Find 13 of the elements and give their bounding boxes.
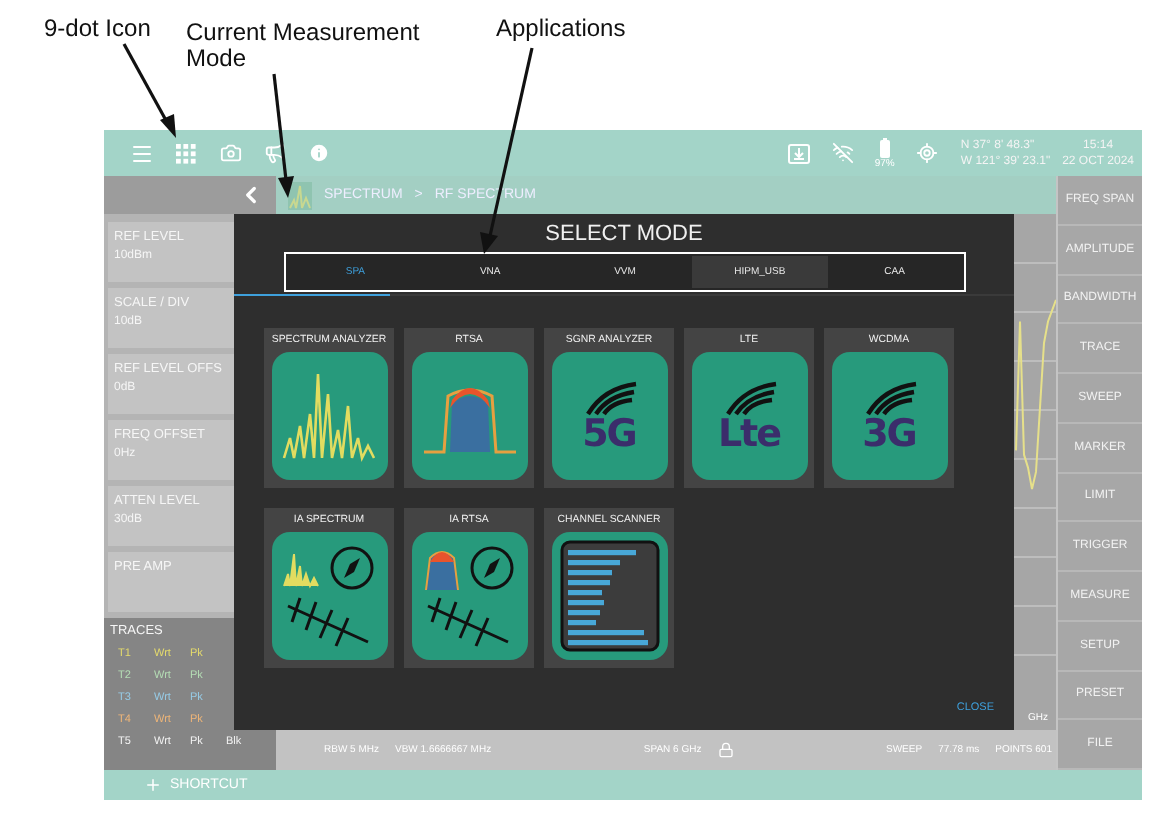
lock-icon[interactable] [717,742,734,758]
mode-spectrum-icon[interactable] [288,181,312,209]
plus-icon [144,776,162,794]
battery-icon [879,137,890,157]
dialog-title: SELECT MODE [545,222,703,246]
callout-arrow [122,43,176,138]
callout-label: Current Measurement Mode [186,20,422,72]
logo-text: 5G [582,415,636,453]
callout-label: Applications [496,16,626,42]
logo-text: 3G [862,415,916,453]
logo-text: Lte [717,415,781,453]
callout-arrow [272,73,294,198]
callout-label: 9-dot Icon [44,16,151,42]
